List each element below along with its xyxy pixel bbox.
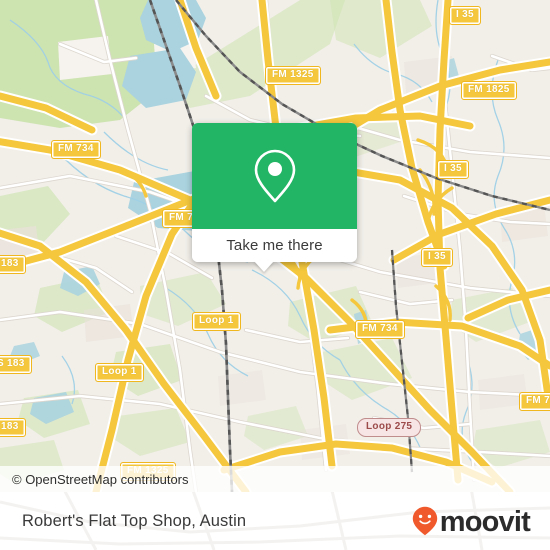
- road-shield: Loop 275: [357, 418, 422, 437]
- map-attribution: © OpenStreetMap contributors: [0, 466, 550, 492]
- road-shield: Loop 1: [192, 312, 241, 331]
- popup-pointer: [254, 261, 274, 272]
- take-me-there-button[interactable]: Take me there: [192, 229, 357, 262]
- destination-popup[interactable]: Take me there: [192, 123, 357, 272]
- road-shield: I 35: [437, 160, 469, 179]
- map-pin-icon: [254, 149, 295, 203]
- road-shield: 183: [0, 418, 26, 437]
- road-shield: 183: [0, 255, 26, 274]
- road-shield: FM 734: [355, 320, 405, 339]
- road-shield: I 35: [449, 6, 481, 25]
- map-screen: FM 1325 I 35 FM 1825 I 35 FM 734 FM 7I 35 183 L…: [0, 0, 550, 550]
- place-name: Robert's Flat Top Shop, Austin: [22, 511, 247, 530]
- moovit-pin-icon: [412, 506, 437, 536]
- footer-bar: Robert's Flat Top Shop, Austin moovit: [0, 492, 550, 550]
- road-shield: FM 1325: [265, 66, 321, 85]
- road-shield: Loop 1: [95, 363, 144, 382]
- road-shield: S 183: [0, 355, 32, 374]
- moovit-wordmark: moovit: [439, 505, 531, 538]
- road-shield: I 35: [421, 248, 453, 267]
- road-shield: FM 73: [519, 392, 550, 411]
- road-shield: FM 1825: [461, 81, 517, 100]
- attribution-text: © OpenStreetMap contributors: [12, 471, 189, 487]
- popup-header: [192, 123, 357, 229]
- moovit-logo: moovit: [412, 505, 531, 538]
- road-shield: FM 734: [51, 140, 101, 159]
